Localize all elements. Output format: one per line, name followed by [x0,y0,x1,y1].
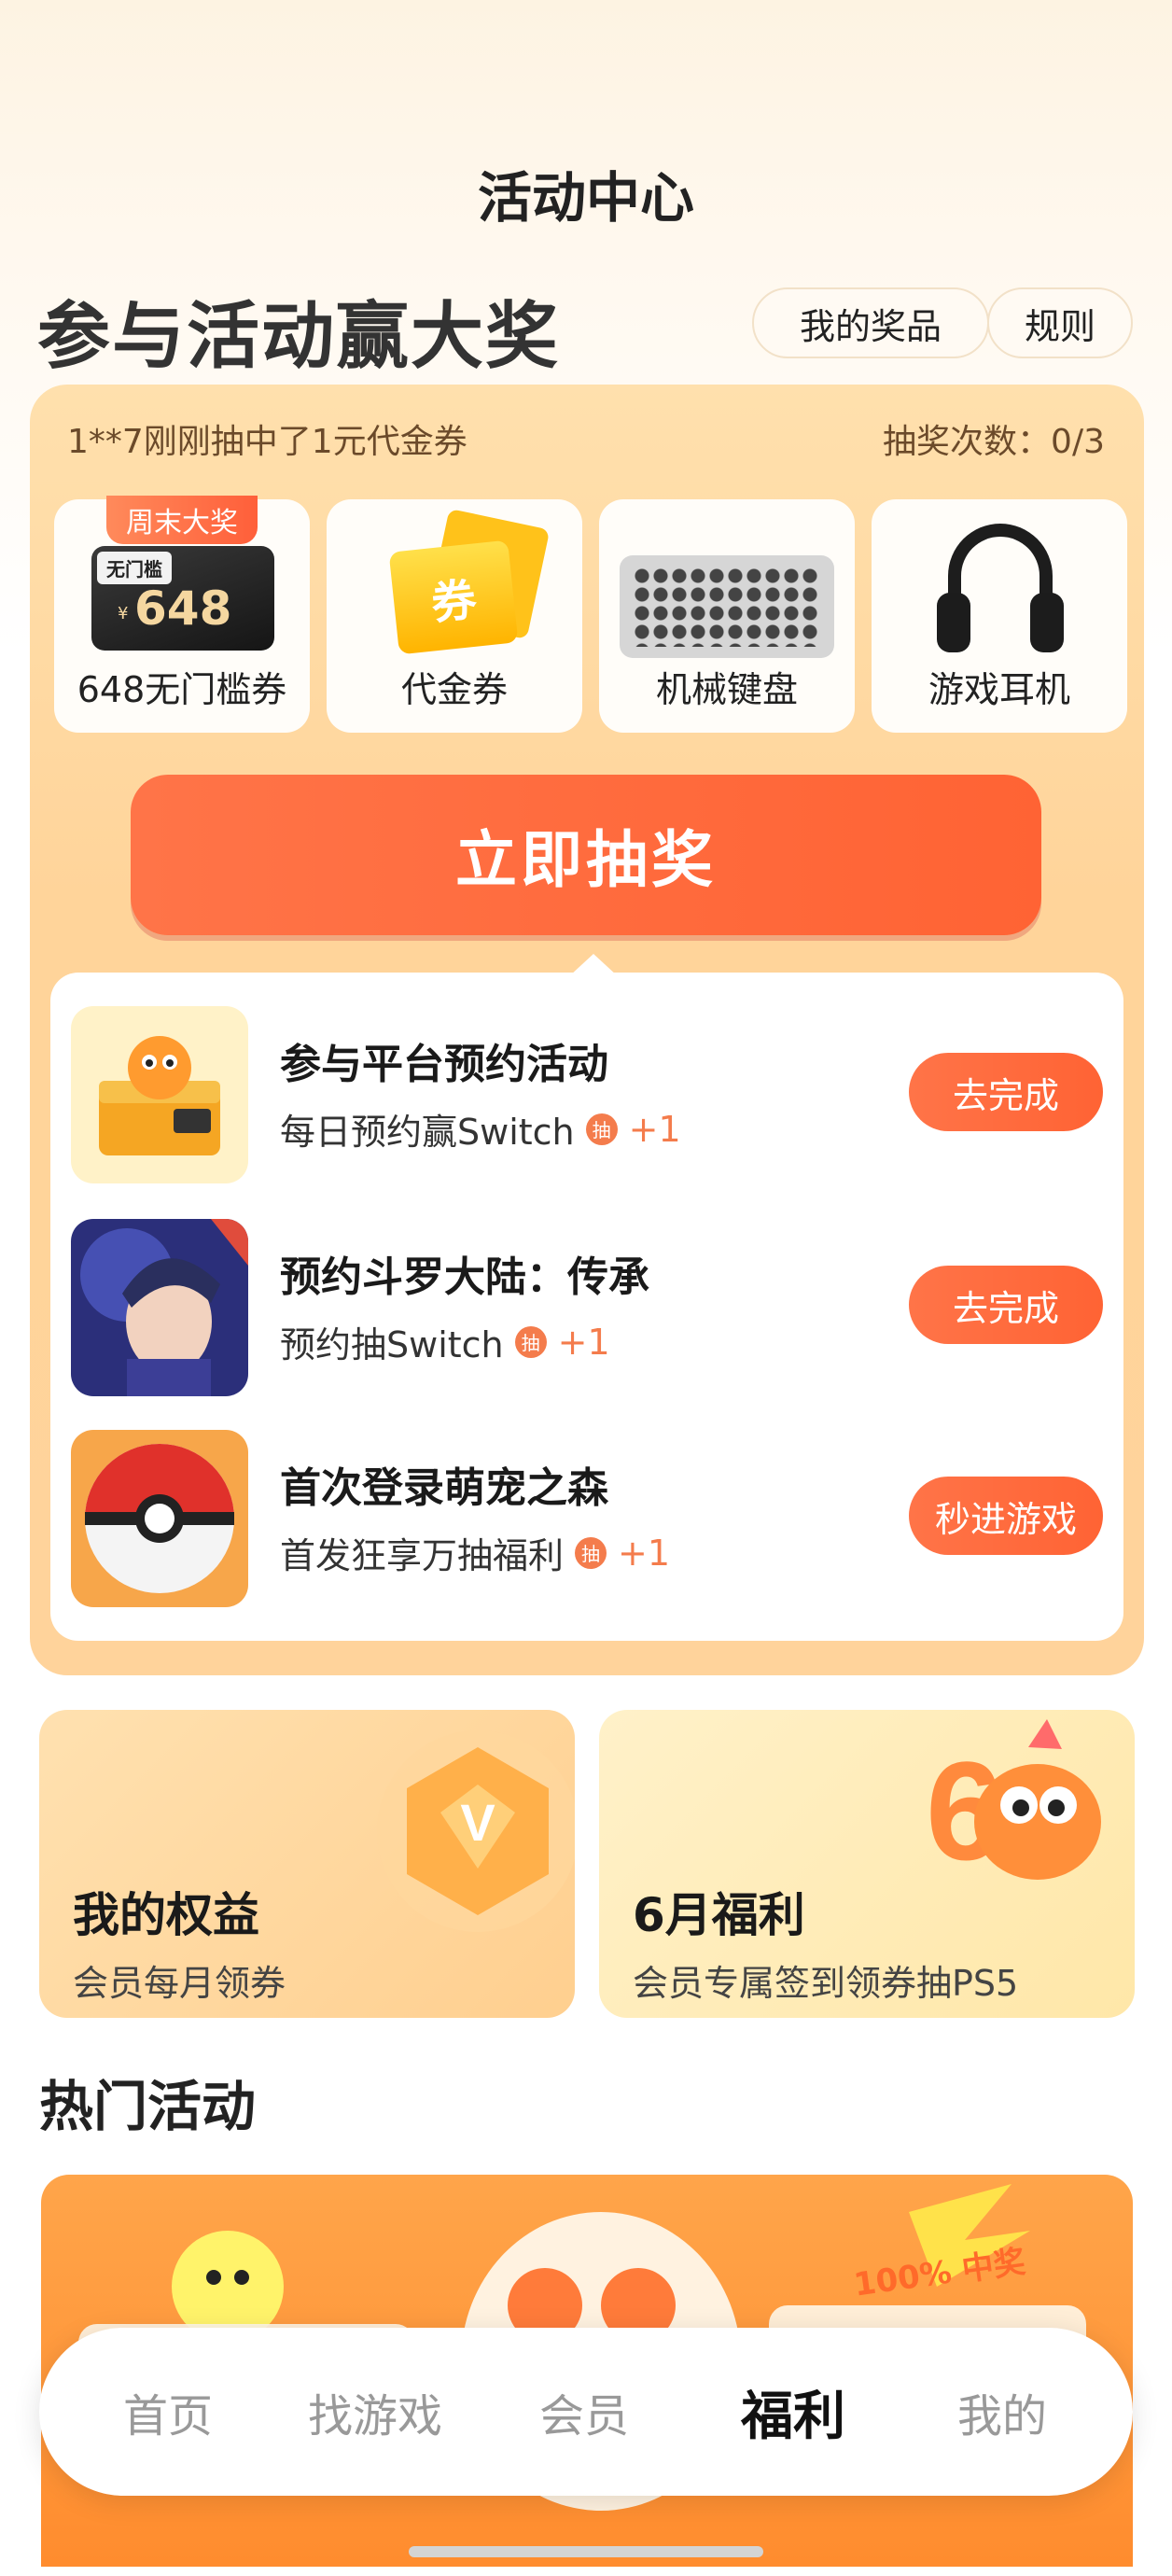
prize-card-648-coupon: 周末大奖 无门槛 ¥ 648 648无门槛券 [54,496,310,733]
rules-button[interactable]: 规则 [987,287,1133,358]
prize-card-voucher: 券 代金券 [327,499,582,733]
svg-text:V: V [460,1793,495,1852]
tab-member[interactable]: 会员 [491,2328,677,2496]
bottom-tab-bar: 首页 找游戏 会员 福利 我的 [39,2328,1133,2496]
benefit-title: 我的权益 [73,1888,259,1942]
prize-label: 648无门槛券 [77,669,287,710]
prize-label: 机械键盘 [655,669,798,710]
task-title: 预约斗罗大陆：传承 [280,1253,649,1301]
june-benefits-card[interactable]: 6 6月福利 会员专属签到领券抽PS5 [599,1710,1135,2018]
coupon-currency: ¥ [118,604,129,623]
winner-ticker: 1**7刚刚抽中了1元代金券 [67,423,467,461]
task-complete-button[interactable]: 去完成 [909,1266,1103,1344]
task-title: 参与平台预约活动 [280,1041,608,1088]
prize-label: 代金券 [400,669,508,710]
lottery-chance-count: +1 [618,1532,671,1574]
lottery-chance-icon: 抽 [514,1325,547,1358]
tab-mine[interactable]: 我的 [909,2328,1095,2496]
draw-count: 抽奖次数：0/3 [883,423,1105,461]
voucher-icon: 券 [388,539,519,655]
game-pokeball-icon [71,1430,248,1607]
task-subtitle-row: 首发狂享万抽福利 抽 +1 [280,1527,670,1578]
hero-title: 参与活动赢大奖 [37,295,561,379]
task-subtitle: 首发狂享万抽福利 [280,1535,565,1576]
home-indicator [409,2546,763,2557]
task-play-button[interactable]: 秒进游戏 [909,1477,1103,1555]
page-title: 活动中心 [477,166,694,230]
treasure-chest-icon [71,1006,248,1183]
prize-label: 游戏耳机 [928,669,1070,710]
mascot-six-icon: 6 [926,1719,1101,1889]
diamond-v-icon: V [377,1730,575,1932]
lottery-chance-icon: 抽 [575,1536,607,1569]
task-complete-button[interactable]: 去完成 [909,1053,1103,1131]
task-item: 预约斗罗大陆：传承 预约抽Switch 抽 +1 去完成 [71,1219,1103,1406]
tab-benefits[interactable]: 福利 [700,2328,886,2496]
coupon-tag: 无门槛 [97,552,172,584]
task-title: 首次登录萌宠之森 [280,1464,608,1512]
game-douluo-icon [71,1219,248,1396]
tab-home[interactable]: 首页 [75,2328,261,2496]
tasks-panel: 参与平台预约活动 每日预约赢Switch 抽 +1 去完成 预约斗罗大陆：传承 … [50,973,1123,1641]
task-subtitle-row: 每日预约赢Switch 抽 +1 [280,1103,681,1155]
task-item: 参与平台预约活动 每日预约赢Switch 抽 +1 去完成 [71,1006,1103,1193]
coupon-648-icon: 无门槛 ¥ 648 [91,546,274,651]
draw-now-button[interactable]: 立即抽奖 [131,775,1041,935]
task-subtitle-row: 预约抽Switch 抽 +1 [280,1316,610,1367]
benefit-subtitle: 会员每月领券 [73,1963,286,2004]
prize-card-keyboard: 机械键盘 [599,499,855,733]
coupon-amount: 648 [134,581,232,636]
task-subtitle: 预约抽Switch [280,1324,504,1365]
my-prizes-button[interactable]: 我的奖品 [752,287,989,358]
weekend-grand-prize-badge: 周末大奖 [106,496,258,544]
lottery-chance-count: +1 [628,1108,681,1150]
task-item: 首次登录萌宠之森 首发狂享万抽福利 抽 +1 秒进游戏 [71,1430,1103,1617]
tab-find-games[interactable]: 找游戏 [282,2328,468,2496]
keyboard-icon [620,555,834,658]
task-subtitle: 每日预约赢Switch [280,1112,575,1153]
lottery-chance-count: +1 [557,1321,610,1363]
hot-activities-title: 热门活动 [39,2075,257,2138]
prize-card-headphones: 游戏耳机 [872,499,1127,733]
benefit-subtitle: 会员专属签到领券抽PS5 [633,1963,1019,2004]
my-benefits-card[interactable]: V 我的权益 会员每月领券 [39,1710,575,2018]
lottery-chance-icon: 抽 [585,1113,618,1145]
benefit-title: 6月福利 [633,1888,805,1942]
